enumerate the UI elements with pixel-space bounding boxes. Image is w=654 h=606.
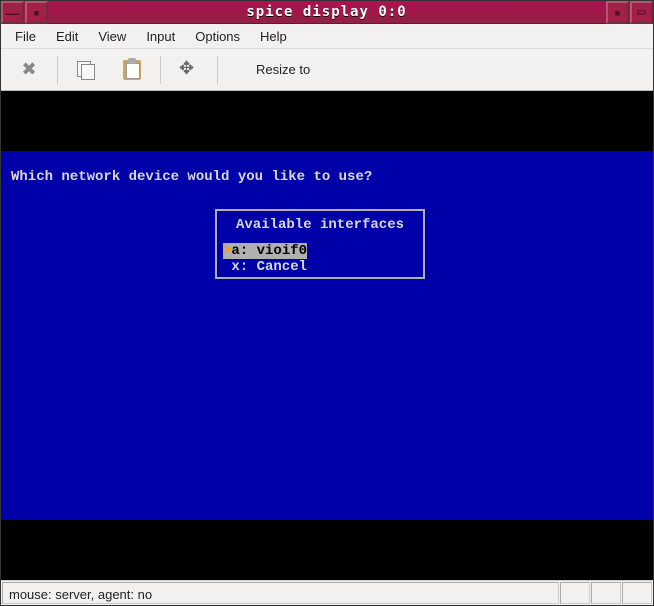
interfaces-dialog: Available interfaces >a: vioif0 x: Cance… <box>215 209 425 279</box>
display-area[interactable]: Which network device would you like to u… <box>1 91 653 580</box>
paste-button[interactable] <box>114 54 150 86</box>
toolbar-separator <box>160 56 161 84</box>
titlebar[interactable]: — ▪ spice display 0:0 ▪ ▭ <box>1 1 653 24</box>
close-icon <box>21 59 36 80</box>
menu-file[interactable]: File <box>7 26 44 47</box>
toolbar-separator <box>57 56 58 84</box>
installer-prompt: Which network device would you like to u… <box>11 169 643 185</box>
copy-button[interactable] <box>68 54 104 86</box>
menubar: File Edit View Input Options Help <box>1 24 653 49</box>
copy-icon <box>77 61 95 79</box>
letterbox-top <box>1 91 653 151</box>
window-sticky-button[interactable]: ▪ <box>25 1 48 24</box>
menu-edit[interactable]: Edit <box>48 26 86 47</box>
minimize-button[interactable]: ▪ <box>606 1 629 24</box>
close-button[interactable] <box>11 54 47 86</box>
option-x-cancel[interactable]: x: Cancel <box>217 259 423 275</box>
status-text: mouse: server, agent: no <box>2 582 559 604</box>
window-title: spice display 0:0 <box>48 1 605 23</box>
resize-icon <box>179 60 199 80</box>
option-a-text: a: vioif0 <box>231 243 307 259</box>
menu-view[interactable]: View <box>90 26 134 47</box>
option-a-vioif0[interactable]: >a: vioif0 <box>217 243 423 259</box>
minimize-icon: ▪ <box>614 10 620 16</box>
paste-icon <box>123 60 141 80</box>
status-cell-3 <box>622 582 652 604</box>
status-cell-2 <box>591 582 621 604</box>
window-frame: — ▪ spice display 0:0 ▪ ▭ File Edit View… <box>0 0 654 606</box>
window-menu-button[interactable]: — <box>1 1 24 24</box>
dialog-title: Available interfaces <box>217 215 423 243</box>
menu-input[interactable]: Input <box>138 26 183 47</box>
maximize-icon: ▭ <box>637 7 646 18</box>
toolbar-separator <box>217 56 218 84</box>
statusbar: mouse: server, agent: no <box>1 580 653 605</box>
toolbar: Resize to <box>1 49 653 91</box>
dot-icon: ▪ <box>33 8 39 18</box>
letterbox-bottom <box>1 520 653 580</box>
resize-button[interactable] <box>171 54 207 86</box>
status-cell-1 <box>560 582 590 604</box>
menu-options[interactable]: Options <box>187 26 248 47</box>
dash-icon: — <box>6 5 20 21</box>
resize-to-label: Resize to <box>256 62 310 77</box>
installer-screen: Which network device would you like to u… <box>1 151 653 520</box>
maximize-button[interactable]: ▭ <box>630 1 653 24</box>
menu-help[interactable]: Help <box>252 26 295 47</box>
